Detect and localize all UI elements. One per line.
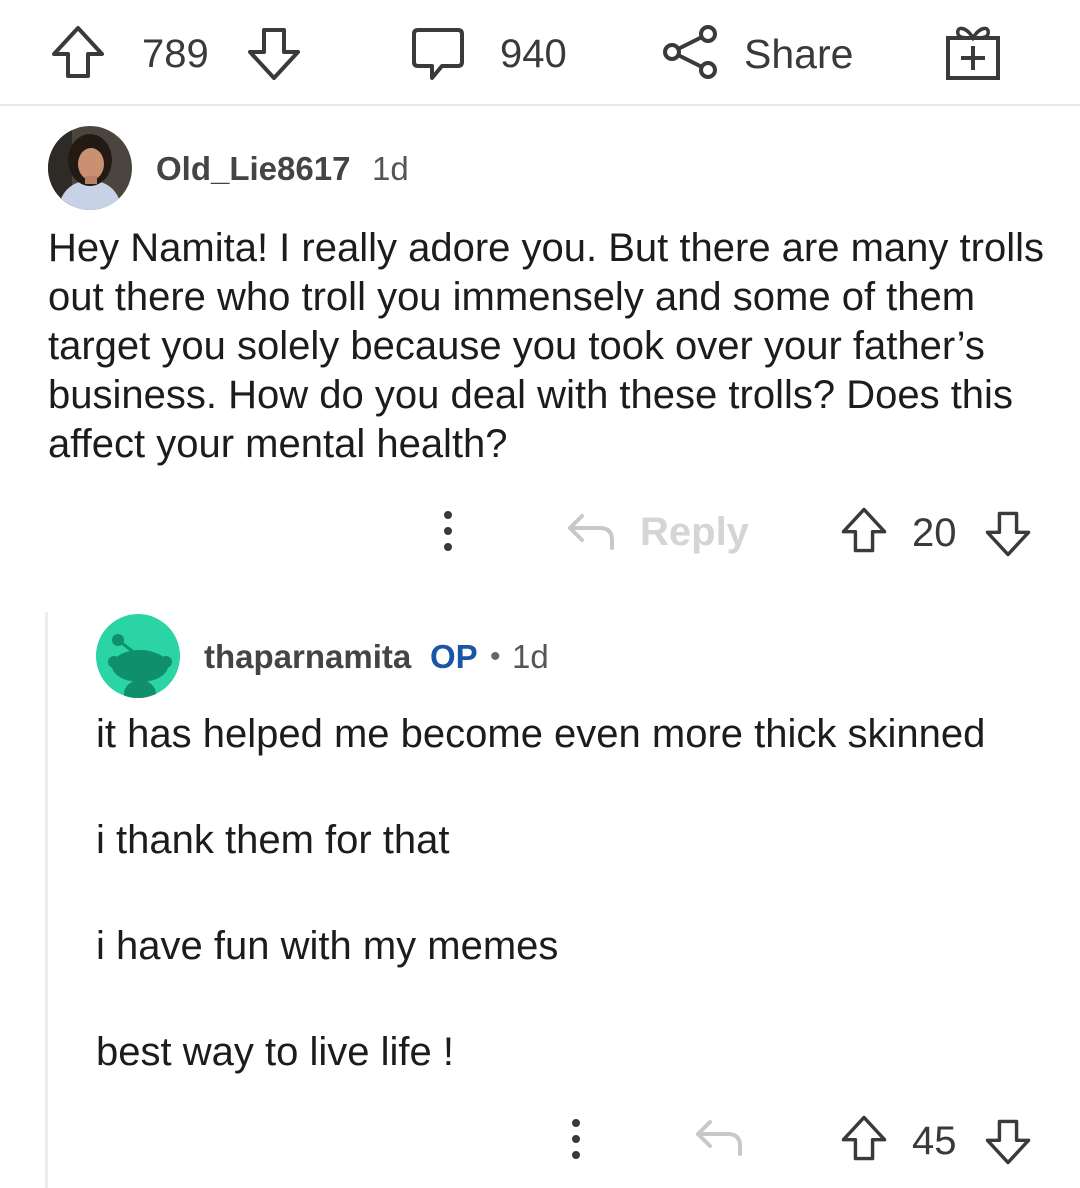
comment-paragraph: i thank them for that — [96, 818, 450, 862]
comment-username[interactable]: thaparnamita — [204, 640, 411, 673]
comment-paragraph: it has helped me become even more thick … — [96, 712, 986, 756]
share-icon — [660, 24, 720, 80]
post-action-bar: 789 940 Share — [0, 0, 1080, 106]
reply-icon[interactable] — [694, 1116, 744, 1158]
upvote-icon[interactable] — [840, 1114, 888, 1162]
comment-vote-count: 20 — [912, 511, 957, 555]
upvote-icon[interactable] — [50, 24, 106, 80]
more-options-icon[interactable] — [440, 510, 456, 552]
award-gift-icon[interactable] — [944, 22, 1002, 82]
downvote-icon[interactable] — [984, 1118, 1032, 1166]
reply-button[interactable]: Reply — [566, 506, 756, 556]
downvote-icon[interactable] — [246, 26, 302, 82]
comment-body: it has helped me become even more thick … — [96, 710, 1056, 1090]
avatar[interactable] — [96, 614, 180, 698]
op-badge: OP — [430, 638, 478, 675]
share-label: Share — [744, 31, 854, 77]
reply-label: Reply — [640, 510, 749, 554]
meta-separator: • — [490, 640, 501, 673]
comment-paragraph: i have fun with my memes — [96, 924, 559, 968]
share-button[interactable]: Share — [660, 22, 860, 82]
post-upvote-count: 789 — [142, 32, 209, 76]
comment-timestamp: 1d — [372, 150, 409, 187]
downvote-icon[interactable] — [984, 510, 1032, 558]
post-comment-count: 940 — [500, 32, 567, 76]
comment-timestamp: 1d — [512, 638, 549, 675]
thread-line[interactable] — [45, 612, 48, 1188]
reply-icon — [566, 510, 616, 552]
more-options-icon[interactable] — [568, 1118, 584, 1160]
avatar[interactable] — [48, 126, 132, 210]
comment-vote-count: 45 — [912, 1119, 957, 1163]
comment-username[interactable]: Old_Lie8617 — [156, 152, 350, 185]
upvote-icon[interactable] — [840, 506, 888, 554]
comment-icon[interactable] — [410, 26, 466, 82]
comment-body: Hey Namita! I really adore you. But ther… — [48, 226, 1044, 466]
comment-paragraph: best way to live life ! — [96, 1030, 454, 1074]
